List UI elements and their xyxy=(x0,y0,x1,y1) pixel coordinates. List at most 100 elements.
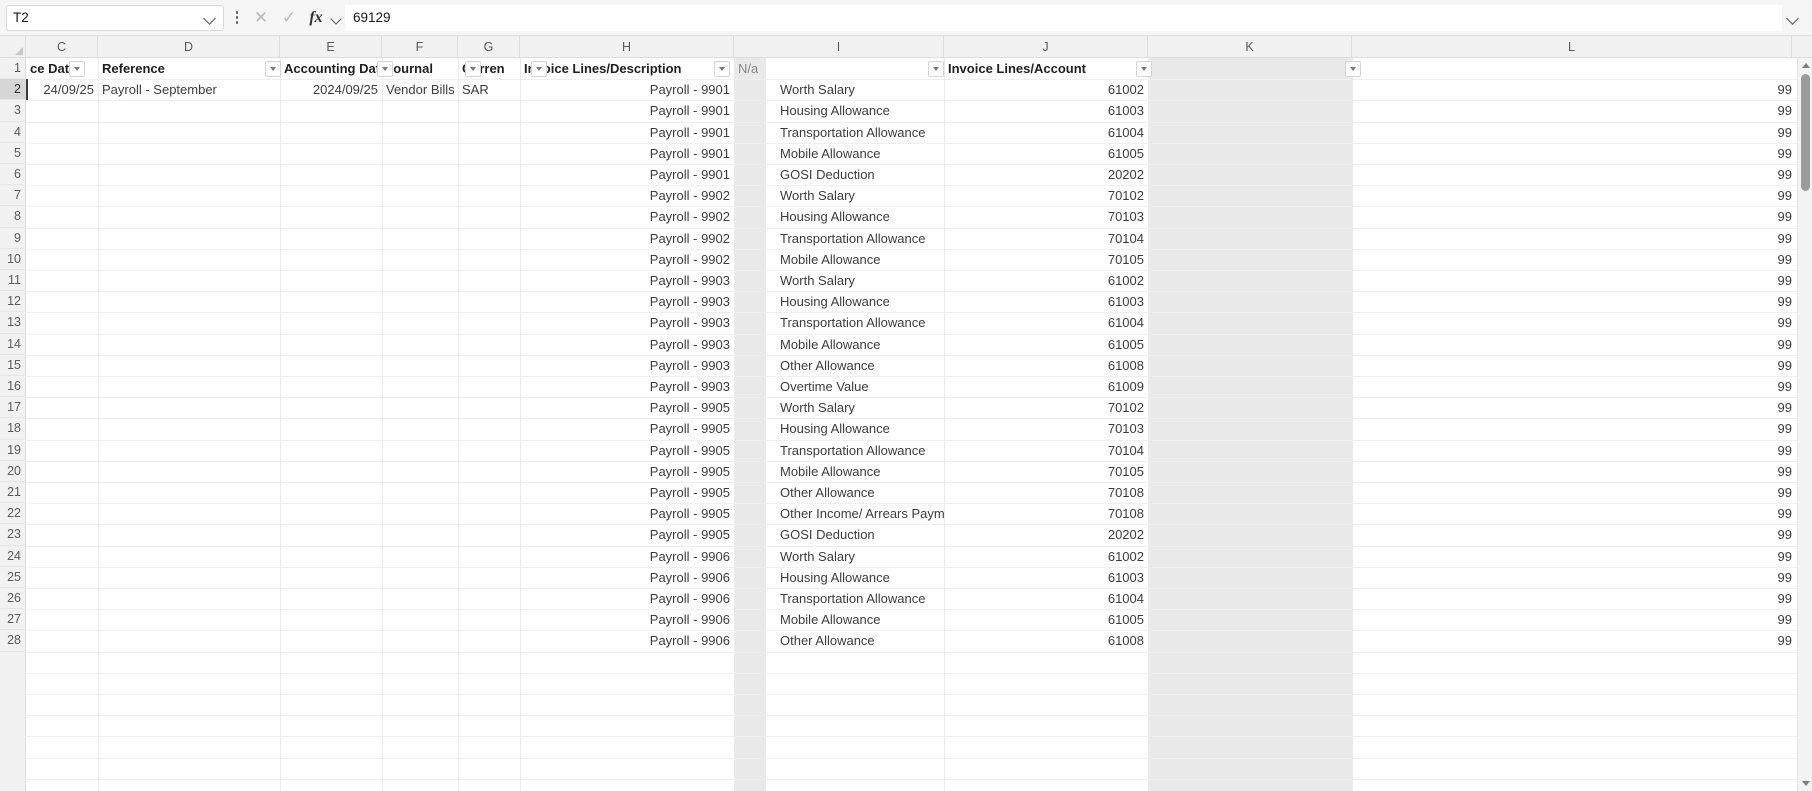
cell-account[interactable]: 70108 xyxy=(944,503,1148,524)
cell-description-ref[interactable]: Payroll - 9906 xyxy=(520,588,734,609)
cell-description-ref[interactable]: Payroll - 9902 xyxy=(520,228,734,249)
cell-amount[interactable]: 99 xyxy=(1352,249,1792,270)
accept-icon[interactable]: ✓ xyxy=(275,5,303,31)
cell-account[interactable]: 61003 xyxy=(944,291,1148,312)
cell-line-description[interactable]: Worth Salary xyxy=(734,546,944,567)
column-header-G[interactable]: G xyxy=(458,36,520,58)
cell-description-ref[interactable]: Payroll - 9903 xyxy=(520,355,734,376)
row-header-23[interactable]: 23 xyxy=(0,524,26,546)
cell-account[interactable]: 61008 xyxy=(944,355,1148,376)
cell-amount[interactable]: 99 xyxy=(1352,206,1792,227)
cell-line-description[interactable]: Worth Salary xyxy=(734,79,944,100)
row-header-8[interactable]: 8 xyxy=(0,206,26,228)
cell-account[interactable]: 61009 xyxy=(944,376,1148,397)
row-header-4[interactable]: 4 xyxy=(0,122,26,143)
formula-input[interactable] xyxy=(345,4,1782,31)
row-header-25[interactable]: 25 xyxy=(0,567,26,588)
row-header-2[interactable]: 2 xyxy=(0,79,26,101)
row-header-5[interactable]: 5 xyxy=(0,143,26,164)
cell-account[interactable]: 61005 xyxy=(944,609,1148,630)
row-header-24[interactable]: 24 xyxy=(0,546,26,567)
filter-button-accounting-date[interactable] xyxy=(377,60,393,77)
cell-line-description[interactable]: Other Allowance xyxy=(734,355,944,376)
row-header-11[interactable]: 11 xyxy=(0,270,26,292)
cell-amount[interactable]: 99 xyxy=(1352,291,1792,312)
column-header-L[interactable]: L xyxy=(1352,36,1792,58)
cell-account[interactable]: 70103 xyxy=(944,206,1148,227)
cell-description-ref[interactable]: Payroll - 9905 xyxy=(520,440,734,461)
cell-account[interactable]: 70104 xyxy=(944,440,1148,461)
header-cell-journal[interactable]: Journal xyxy=(382,58,458,79)
cell-description-ref[interactable]: Payroll - 9903 xyxy=(520,270,734,291)
cell-line-description[interactable]: Other Allowance xyxy=(734,630,944,651)
cell-journal[interactable]: Vendor Bills xyxy=(382,79,458,100)
row-header-7[interactable]: 7 xyxy=(0,185,26,207)
vertical-scrollbar[interactable] xyxy=(1797,58,1812,791)
cell-account[interactable]: 70105 xyxy=(944,461,1148,482)
column-header-C[interactable]: C xyxy=(26,36,98,58)
cell-description-ref[interactable]: Payroll - 9903 xyxy=(520,376,734,397)
cell-account[interactable]: 70108 xyxy=(944,482,1148,503)
row-header-17[interactable]: 17 xyxy=(0,397,26,419)
filter-button-account[interactable] xyxy=(1136,60,1152,77)
cell-line-description[interactable]: Mobile Allowance xyxy=(734,334,944,355)
header-cell-na[interactable]: N/a xyxy=(734,58,944,79)
cell-description-ref[interactable]: Payroll - 9905 xyxy=(520,397,734,418)
cell-amount[interactable]: 99 xyxy=(1352,100,1792,121)
cell-line-description[interactable]: Housing Allowance xyxy=(734,206,944,227)
cell-account[interactable]: 61003 xyxy=(944,567,1148,588)
cell-description-ref[interactable]: Payroll - 9905 xyxy=(520,418,734,439)
row-header-12[interactable]: 12 xyxy=(0,291,26,313)
cell-line-description[interactable]: Housing Allowance xyxy=(734,418,944,439)
cell-account[interactable]: 61005 xyxy=(944,143,1148,164)
cell-account[interactable]: 70102 xyxy=(944,397,1148,418)
cell-description-ref[interactable]: Payroll - 9906 xyxy=(520,630,734,651)
cell-line-description[interactable]: Housing Allowance xyxy=(734,567,944,588)
scroll-down-icon[interactable] xyxy=(1798,776,1812,791)
cell-description-ref[interactable]: Payroll - 9905 xyxy=(520,503,734,524)
column-header-E[interactable]: E xyxy=(280,36,382,58)
cell-amount[interactable]: 99 xyxy=(1352,630,1792,651)
name-box[interactable]: T2 xyxy=(6,4,224,31)
cell-line-description[interactable]: Transportation Allowance xyxy=(734,588,944,609)
cell-amount[interactable]: 99 xyxy=(1352,482,1792,503)
cell-line-description[interactable]: Other Allowance xyxy=(734,482,944,503)
cell-account[interactable]: 20202 xyxy=(944,164,1148,185)
cell-amount[interactable]: 99 xyxy=(1352,461,1792,482)
cell-amount[interactable]: 99 xyxy=(1352,122,1792,143)
cell-line-description[interactable]: Housing Allowance xyxy=(734,100,944,121)
function-icon[interactable]: fx xyxy=(303,5,329,31)
cell-line-description[interactable]: Mobile Allowance xyxy=(734,249,944,270)
cell-line-description[interactable]: Transportation Allowance xyxy=(734,228,944,249)
cell-amount[interactable]: 99 xyxy=(1352,440,1792,461)
header-cell-accounting-date[interactable]: Accounting Dat xyxy=(280,58,382,79)
cell-line-description[interactable]: Worth Salary xyxy=(734,397,944,418)
header-cell-reference[interactable]: Reference xyxy=(98,58,280,79)
cell-description-ref[interactable]: Payroll - 9903 xyxy=(520,291,734,312)
cell-area[interactable]: ce Dat Reference Accounting Dat Journal Curr… xyxy=(26,58,1812,791)
row-header-15[interactable]: 15 xyxy=(0,355,26,376)
row-header-13[interactable]: 13 xyxy=(0,312,26,334)
cell-description-ref[interactable]: Payroll - 9905 xyxy=(520,461,734,482)
function-chevron-down-icon[interactable] xyxy=(329,5,345,31)
scroll-thumb[interactable] xyxy=(1801,74,1810,191)
cell-description-ref[interactable]: Payroll - 9905 xyxy=(520,482,734,503)
row-header-16[interactable]: 16 xyxy=(0,376,26,398)
cell-description-ref[interactable]: Payroll - 9901 xyxy=(520,164,734,185)
cell-amount[interactable]: 99 xyxy=(1352,185,1792,206)
cell-account[interactable]: 61002 xyxy=(944,546,1148,567)
cell-reference[interactable]: Payroll - September xyxy=(98,79,280,100)
cell-account[interactable]: 70104 xyxy=(944,228,1148,249)
cell-amount[interactable]: 99 xyxy=(1352,503,1792,524)
kebab-menu-icon[interactable] xyxy=(227,5,247,31)
filter-button-na[interactable] xyxy=(928,60,944,77)
cell-account[interactable]: 70103 xyxy=(944,418,1148,439)
cell-account[interactable]: 61005 xyxy=(944,334,1148,355)
row-header-10[interactable]: 10 xyxy=(0,249,26,270)
row-header-3[interactable]: 3 xyxy=(0,100,26,122)
cell-line-description[interactable]: Worth Salary xyxy=(734,270,944,291)
row-header-20[interactable]: 20 xyxy=(0,461,26,482)
filter-button-description[interactable] xyxy=(714,60,730,77)
cell-amount[interactable]: 99 xyxy=(1352,588,1792,609)
cell-description-ref[interactable]: Payroll - 9901 xyxy=(520,122,734,143)
